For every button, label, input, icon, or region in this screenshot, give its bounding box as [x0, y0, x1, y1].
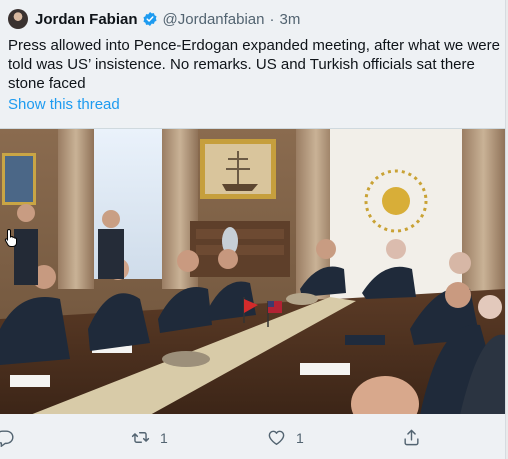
verified-badge-icon: [142, 12, 157, 26]
tweet-header: Jordan Fabian @Jordanfabian · 3m: [8, 8, 300, 30]
mouse-pointer-icon: [4, 228, 17, 247]
time-separator: ·: [269, 10, 275, 28]
author-avatar[interactable]: [8, 9, 28, 29]
like-icon: [268, 430, 285, 445]
meeting-photo: [0, 129, 505, 414]
retweet-button[interactable]: 1: [131, 428, 168, 447]
reply-button[interactable]: [0, 428, 24, 447]
tweet-timestamp[interactable]: 3m: [280, 11, 301, 28]
share-button[interactable]: [402, 428, 421, 447]
tweet-text: Press allowed into Pence-Erdogan expande…: [8, 37, 500, 92]
show-thread-link[interactable]: Show this thread: [8, 96, 120, 113]
share-icon: [404, 429, 419, 446]
like-count: 1: [296, 429, 304, 446]
tweet-photo[interactable]: [0, 128, 505, 414]
tweet-card[interactable]: Jordan Fabian @Jordanfabian · 3m Press a…: [0, 0, 506, 459]
like-button[interactable]: 1: [267, 428, 304, 447]
author-name[interactable]: Jordan Fabian: [35, 11, 138, 28]
tweet-actions: 1 1: [0, 428, 506, 450]
retweet-count: 1: [160, 429, 168, 446]
author-handle[interactable]: @Jordanfabian: [163, 11, 265, 28]
retweet-icon: [131, 432, 150, 443]
reply-icon: [0, 430, 14, 447]
